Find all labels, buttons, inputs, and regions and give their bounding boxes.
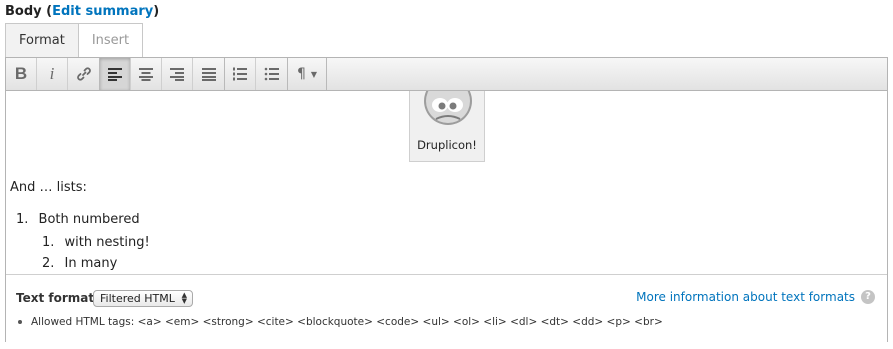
nested-list-item-1: 1. with nesting! xyxy=(42,235,150,250)
link-icon xyxy=(76,67,91,81)
align-center-button[interactable] xyxy=(131,58,162,90)
druplicon-image xyxy=(420,91,476,125)
nested-list-item-2: 2. In many xyxy=(42,256,117,271)
bullet-list-icon xyxy=(264,67,279,81)
text-format-label: Text format xyxy=(16,291,95,305)
select-arrows-icon: ▲ ▼ xyxy=(181,291,187,305)
image-caption: Druplicon! xyxy=(417,138,477,152)
numbered-list-icon xyxy=(233,67,247,81)
help-icon[interactable]: ? xyxy=(861,290,875,304)
toolbar-group-basic: B i xyxy=(6,58,100,90)
text-format-bar: Text format Filtered HTML ▲ ▼ More inform… xyxy=(6,274,887,342)
numbered-list-button[interactable] xyxy=(225,58,256,90)
image-figure[interactable]: Druplicon! xyxy=(409,91,485,162)
edit-summary-link[interactable]: Edit summary xyxy=(52,4,153,19)
italic-button[interactable]: i xyxy=(37,58,68,90)
bullet-list-button[interactable] xyxy=(256,58,287,90)
text-format-select[interactable]: Filtered HTML ▲ ▼ xyxy=(93,290,193,307)
toolbar-group-lists xyxy=(225,58,288,90)
toolbar-group-align xyxy=(100,58,225,90)
field-label: Body (Edit summary) xyxy=(5,4,159,19)
bullet-icon xyxy=(18,320,22,324)
list-marker: 1. xyxy=(42,235,55,250)
chevron-down-icon: ▼ xyxy=(310,69,318,79)
align-center-icon xyxy=(139,68,153,81)
align-justify-button[interactable] xyxy=(193,58,224,90)
paragraph-icon: ¶ xyxy=(296,66,306,82)
tab-insert[interactable]: Insert xyxy=(78,23,144,58)
wysiwyg-editor: B i ¶ ▼ Druplicon! And … lists: 1. Both … xyxy=(5,57,888,342)
druplicon-logo-icon xyxy=(424,91,472,125)
align-right-icon xyxy=(170,68,184,81)
list-marker: 1. xyxy=(16,212,29,227)
close-paren: ) xyxy=(153,4,160,19)
paragraph-format-button[interactable]: ¶ ▼ xyxy=(288,58,326,90)
list-item-text: In many xyxy=(64,256,118,271)
allowed-tags: Allowed HTML tags: <a> <em> <strong> <ci… xyxy=(18,316,663,328)
more-info-link[interactable]: More information about text formats ? xyxy=(636,290,875,304)
align-left-icon xyxy=(108,68,122,81)
content-paragraph: And … lists: xyxy=(10,180,87,195)
tab-format[interactable]: Format xyxy=(5,23,79,58)
editor-content[interactable]: Druplicon! And … lists: 1. Both numbered… xyxy=(6,91,887,274)
link-button[interactable] xyxy=(68,58,99,90)
more-info-text[interactable]: More information about text formats xyxy=(636,290,855,304)
allowed-tags-text: Allowed HTML tags: <a> <em> <strong> <ci… xyxy=(31,316,663,328)
editor-tabs: Format Insert xyxy=(5,23,144,58)
align-left-button[interactable] xyxy=(100,58,131,90)
list-marker: 2. xyxy=(42,256,55,271)
align-right-button[interactable] xyxy=(162,58,193,90)
list-item-text: Both numbered xyxy=(38,212,140,227)
list-item-text: with nesting! xyxy=(64,235,150,250)
text-format-selected: Filtered HTML xyxy=(100,292,175,305)
toolbar-group-format: ¶ ▼ xyxy=(288,58,327,90)
editor-toolbar: B i ¶ ▼ xyxy=(6,58,887,91)
list-item-1: 1. Both numbered xyxy=(16,212,140,227)
align-justify-icon xyxy=(201,68,216,81)
field-label-text: Body xyxy=(5,4,42,19)
bold-button[interactable]: B xyxy=(6,58,37,90)
